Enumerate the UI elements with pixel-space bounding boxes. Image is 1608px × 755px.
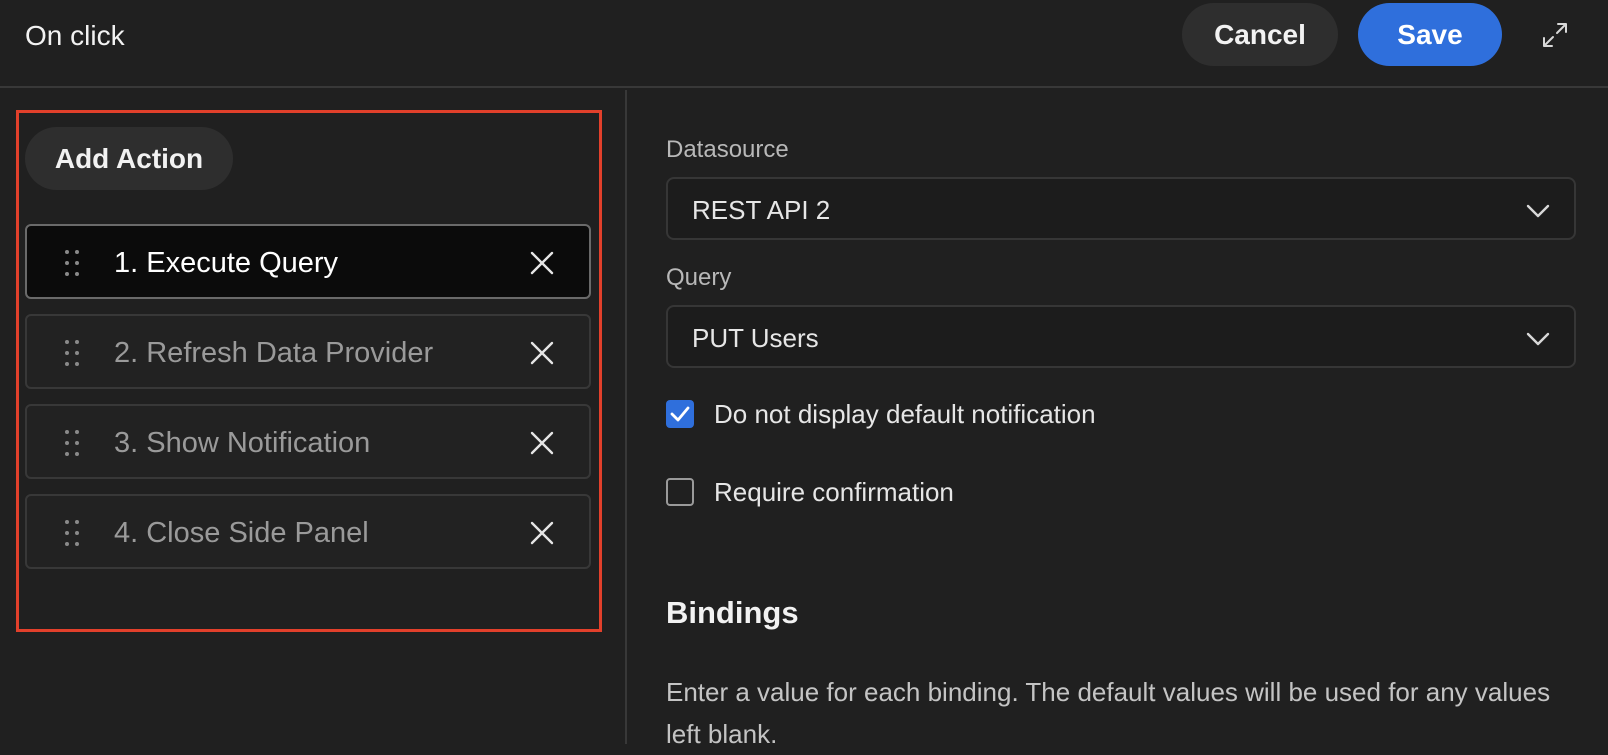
- dialog-title: On click: [25, 20, 125, 51]
- bindings-title: Bindings: [666, 595, 799, 630]
- bindings-description: Enter a value for each binding. The defa…: [666, 677, 1551, 749]
- datasource-label: Datasource: [666, 136, 789, 163]
- action-item-label: 4. Close Side Panel: [114, 517, 369, 549]
- close-icon[interactable]: [527, 518, 557, 548]
- close-icon[interactable]: [527, 248, 557, 278]
- action-item-execute-query[interactable]: 1. Execute Query: [25, 224, 591, 299]
- action-item-refresh-data-provider[interactable]: 2. Refresh Data Provider: [25, 314, 591, 389]
- save-button[interactable]: Save: [1358, 3, 1502, 66]
- checkbox-checked-icon[interactable]: [666, 400, 694, 428]
- require-confirmation-label: Require confirmation: [714, 477, 954, 507]
- datasource-value: REST API 2: [692, 195, 831, 225]
- drag-handle-icon[interactable]: [63, 248, 81, 278]
- cancel-button[interactable]: Cancel: [1182, 3, 1338, 66]
- drag-handle-icon[interactable]: [63, 428, 81, 458]
- datasource-select[interactable]: REST API 2: [666, 177, 1576, 240]
- query-value: PUT Users: [692, 323, 819, 353]
- action-item-label: 2. Refresh Data Provider: [114, 337, 434, 369]
- close-icon[interactable]: [527, 338, 557, 368]
- query-label: Query: [666, 264, 732, 291]
- action-item-close-side-panel[interactable]: 4. Close Side Panel: [25, 494, 591, 569]
- query-select[interactable]: PUT Users: [666, 305, 1576, 368]
- action-item-show-notification[interactable]: 3. Show Notification: [25, 404, 591, 479]
- checkbox-unchecked-icon[interactable]: [666, 478, 694, 506]
- action-item-label: 3. Show Notification: [114, 427, 371, 459]
- drag-handle-icon[interactable]: [63, 338, 81, 368]
- expand-icon[interactable]: [1538, 18, 1572, 52]
- chevron-down-icon: [1524, 325, 1552, 353]
- add-action-button[interactable]: Add Action: [25, 127, 233, 190]
- chevron-down-icon: [1524, 197, 1552, 225]
- drag-handle-icon[interactable]: [63, 518, 81, 548]
- no-default-notification-label: Do not display default notification: [714, 399, 1096, 429]
- action-item-label: 1. Execute Query: [114, 247, 339, 279]
- dialog-header: On click Cancel Save: [0, 0, 1608, 88]
- close-icon[interactable]: [527, 428, 557, 458]
